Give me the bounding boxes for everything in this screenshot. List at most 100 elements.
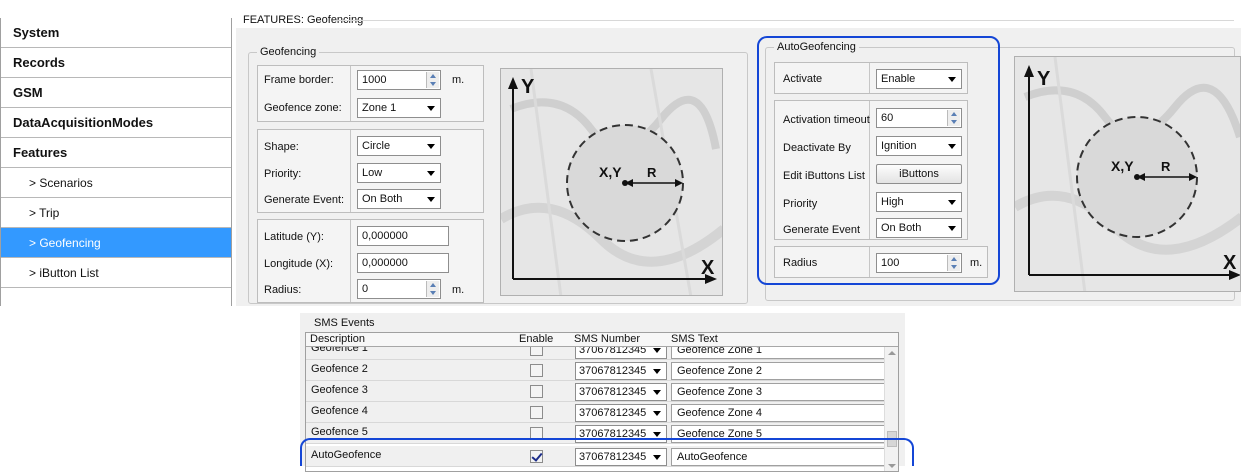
radius-diagram-label: R: [1161, 159, 1171, 174]
row-description: Geofence 4: [311, 405, 368, 417]
sms-events-title: SMS Events: [314, 317, 375, 329]
row-description: Geofence 5: [311, 426, 368, 438]
enable-checkbox[interactable]: [530, 385, 543, 398]
longitude-value: 0,000000: [362, 257, 408, 269]
sidebar-item-ibutton-list[interactable]: > iButton List: [1, 258, 231, 288]
sms-text-input[interactable]: Geofence Zone 3: [671, 383, 891, 401]
sidebar-item-label: > iButton List: [29, 265, 99, 280]
autogeofence-diagram: Y X X,Y R: [1014, 56, 1241, 292]
shape-select[interactable]: Circle: [357, 136, 441, 156]
sidebar-item-gsm[interactable]: GSM: [1, 78, 231, 108]
sidebar-item-label: System: [13, 25, 60, 40]
sms-number-value: 37067812345: [579, 407, 647, 419]
center-label: X,Y: [1111, 158, 1134, 174]
sidebar-item-label: > Geofencing: [29, 235, 101, 250]
axis-x-label: X: [701, 257, 715, 279]
sidebar-item-label: > Trip: [29, 205, 60, 220]
radius-unit: m.: [452, 284, 465, 296]
sidebar-item-trip[interactable]: > Trip: [1, 198, 231, 228]
sms-text-input[interactable]: Geofence Zone 2: [671, 362, 891, 380]
priority-select[interactable]: Low: [357, 163, 441, 183]
enable-checkbox[interactable]: [530, 406, 543, 419]
center-label: X,Y: [599, 164, 622, 180]
chevron-down-icon: [427, 106, 435, 111]
chevron-down-icon: [653, 432, 661, 437]
geofence-diagram: Y X X,Y R: [500, 68, 723, 296]
axis-y-label: Y: [1037, 68, 1051, 90]
axis-x-label: X: [1223, 252, 1237, 274]
autogeofence-diagram-svg: Y X X,Y R: [1015, 57, 1240, 291]
sidebar-item-label: DataAcquisitionModes: [13, 115, 154, 130]
longitude-label: Longitude (X):: [264, 258, 334, 270]
chevron-down-icon: [653, 411, 661, 416]
sidebar-item-label: GSM: [13, 85, 43, 100]
priority-label: Priority:: [264, 168, 302, 180]
frame-border-input[interactable]: 1000: [357, 70, 441, 90]
geofence-diagram-svg: Y X X,Y R: [501, 69, 722, 295]
sidebar-item-label: Features: [13, 145, 68, 160]
sidebar: System Records GSM DataAcquisitionModes …: [0, 18, 232, 306]
radius-label: Radius:: [264, 284, 302, 296]
row-description: Geofence 3: [311, 384, 368, 396]
frame-border-label: Frame border:: [264, 74, 334, 86]
column-header-description[interactable]: Description: [310, 333, 365, 345]
generate-event-value: On Both: [362, 193, 403, 205]
zone-settings-box: Shape: Circle Priority: Low Generate Eve…: [257, 129, 484, 213]
sms-number-select[interactable]: 37067812345: [575, 383, 667, 401]
shape-label: Shape:: [264, 141, 299, 153]
divider: [350, 220, 351, 302]
autogeofencing-highlight: [757, 36, 1000, 285]
sidebar-item-label: Records: [13, 55, 66, 70]
sidebar-item-features[interactable]: Features: [1, 138, 231, 168]
divider: [334, 20, 1234, 21]
spinner-icon[interactable]: [426, 281, 439, 297]
group-title: Geofencing: [257, 46, 320, 58]
frame-settings-box: Frame border: 1000 m. Geofence zone: Zon…: [257, 65, 484, 122]
table-row: Geofence 3 37067812345 Geofence Zone 3: [306, 381, 891, 402]
chevron-down-icon: [653, 348, 661, 353]
sms-number-value: 37067812345: [579, 386, 647, 398]
latitude-value: 0,000000: [362, 230, 408, 242]
chevron-down-icon: [427, 171, 435, 176]
sidebar-item-label: > Scenarios: [29, 175, 93, 190]
priority-value: Low: [362, 167, 383, 179]
scroll-up-icon[interactable]: [888, 351, 896, 355]
radius-diagram-label: R: [647, 165, 657, 180]
latitude-input[interactable]: 0,000000: [357, 226, 449, 246]
sidebar-item-scenarios[interactable]: > Scenarios: [1, 168, 231, 198]
frame-border-value: 1000: [362, 74, 387, 86]
radius-value: 0: [362, 283, 369, 295]
chevron-down-icon: [653, 390, 661, 395]
latitude-label: Latitude (Y):: [264, 231, 324, 243]
enable-checkbox[interactable]: [530, 364, 543, 377]
sms-text-input[interactable]: Geofence Zone 4: [671, 404, 891, 422]
table-header-overlay: Description Enable SMS Number SMS Text: [306, 333, 898, 347]
shape-value: Circle: [362, 140, 391, 152]
frame-border-unit: m.: [452, 74, 465, 86]
sidebar-item-records[interactable]: Records: [1, 48, 231, 78]
column-header-enable[interactable]: Enable: [519, 333, 553, 345]
column-header-sms-text[interactable]: SMS Text: [671, 333, 718, 345]
longitude-input[interactable]: 0,000000: [357, 253, 449, 273]
coordinates-box: Latitude (Y): 0,000000 Longitude (X): 0,…: [257, 219, 484, 303]
spinner-icon[interactable]: [426, 72, 439, 88]
autogeofence-row-highlight: [300, 438, 914, 466]
axis-y-label: Y: [521, 76, 535, 98]
divider: [350, 66, 351, 121]
divider: [350, 130, 351, 212]
chevron-down-icon: [427, 144, 435, 149]
sms-number-value: 37067812345: [579, 365, 647, 377]
column-header-sms-number[interactable]: SMS Number: [574, 333, 640, 345]
row-description: Geofence 2: [311, 363, 368, 375]
generate-event-select[interactable]: On Both: [357, 189, 441, 209]
sms-number-select[interactable]: 37067812345: [575, 362, 667, 380]
sidebar-item-data-acquisition-modes[interactable]: DataAcquisitionModes: [1, 108, 231, 138]
sidebar-item-system[interactable]: System: [1, 18, 231, 48]
geofence-zone-label: Geofence zone:: [264, 102, 342, 114]
generate-event-label: Generate Event:: [264, 194, 345, 206]
sidebar-item-geofencing[interactable]: > Geofencing: [1, 228, 231, 258]
sms-number-select[interactable]: 37067812345: [575, 404, 667, 422]
geofence-zone-select[interactable]: Zone 1: [357, 98, 441, 118]
table-row: Geofence 4 37067812345 Geofence Zone 4: [306, 402, 891, 423]
radius-input[interactable]: 0: [357, 279, 441, 299]
